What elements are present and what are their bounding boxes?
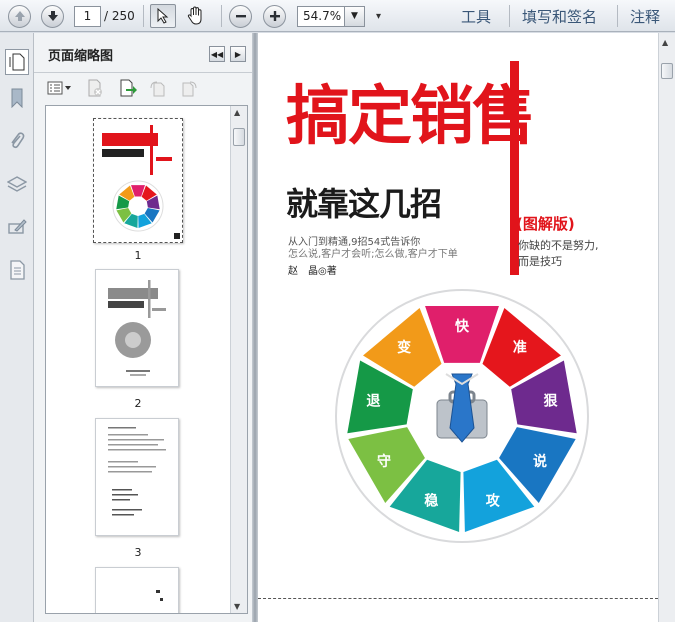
arrow-up-icon xyxy=(8,4,31,28)
overflow-chevron-icon: ▾ xyxy=(376,10,382,22)
thumbnail-page-2[interactable] xyxy=(95,269,179,387)
tagline-line-2: 而是技巧 xyxy=(518,255,562,268)
page-icon xyxy=(10,260,25,280)
zoom-in-button[interactable] xyxy=(263,4,286,28)
attachments-toggle[interactable] xyxy=(6,129,28,153)
pages-icon xyxy=(9,53,25,71)
zoom-level-field[interactable]: 54.7% xyxy=(297,5,345,27)
collapse-panel-button[interactable]: ◀◀ xyxy=(209,46,225,62)
cover-title: 搞定销售 xyxy=(286,80,536,154)
more-tools-button[interactable]: ▾ xyxy=(376,4,381,28)
author-line: 赵 晶◎著 xyxy=(288,266,337,277)
document-scrollbar[interactable]: ▲ xyxy=(658,33,675,622)
extract-pages-button[interactable] xyxy=(117,77,139,99)
page-number-field[interactable]: 1 xyxy=(74,5,101,27)
plus-icon xyxy=(263,4,286,28)
wheel-segment-label: 退 xyxy=(366,393,380,409)
toolbar-divider xyxy=(617,5,618,27)
thumbnail-number: 1 xyxy=(134,249,142,262)
thumbnail-title-page-image xyxy=(108,280,166,376)
page-thumbnails-toggle[interactable] xyxy=(5,49,29,75)
thumbnail-list[interactable]: 1 2 3 ▲ ▼ xyxy=(45,105,248,614)
cover-subtitle: 就靠这几招 xyxy=(286,185,442,223)
rotate-ccw-icon xyxy=(150,81,165,97)
chevron-right-icon: ▶ xyxy=(234,49,242,59)
thumbnail-number: 3 xyxy=(134,546,142,559)
scrollbar-thumb[interactable] xyxy=(661,63,673,79)
next-page-button[interactable] xyxy=(41,4,64,28)
panel-options-button[interactable]: ▶ xyxy=(230,46,246,62)
intro-line-2: 怎么说,客户才会听;怎么做,客户才下单 xyxy=(288,249,458,260)
scroll-down-icon[interactable]: ▼ xyxy=(234,602,240,611)
page-total-label: / 250 xyxy=(104,9,135,23)
scrollbar-thumb[interactable] xyxy=(233,128,245,146)
thumbnail-options-button[interactable] xyxy=(46,77,74,99)
thumbnail-page-1[interactable] xyxy=(93,118,183,243)
wheel-segment-label: 稳 xyxy=(424,493,438,510)
menu-comment[interactable]: 注释 xyxy=(630,0,660,32)
wheel-segment-label: 攻 xyxy=(486,493,501,510)
panel-header: 页面缩略图 ◀◀ ▶ xyxy=(34,33,252,73)
wheel-segment-label: 快 xyxy=(455,318,470,335)
thumbnail-scrollbar[interactable]: ▲ ▼ xyxy=(230,106,247,613)
hand-tool-button[interactable] xyxy=(184,4,208,28)
thumbnail-cover-image xyxy=(94,119,182,242)
cursor-icon xyxy=(150,4,176,28)
select-tool-button[interactable] xyxy=(150,4,176,28)
thumbnail-page-3[interactable] xyxy=(95,418,179,536)
page-content-toggle[interactable] xyxy=(6,258,28,282)
layers-toggle[interactable] xyxy=(6,172,28,196)
list-options-icon xyxy=(47,81,71,95)
tagline-line-1: 你缺的不是努力, xyxy=(518,239,599,252)
previous-page-button[interactable] xyxy=(8,4,31,28)
main-toolbar: 1 / 250 54.7% ▼ ▾ 工具 填写和签名 注释 xyxy=(0,0,675,32)
scroll-up-icon[interactable]: ▲ xyxy=(662,38,668,47)
page-number-input[interactable]: 1 xyxy=(74,4,101,28)
menu-fill-and-sign[interactable]: 填写和签名 xyxy=(522,0,597,32)
wheel-segment-label: 变 xyxy=(397,339,411,356)
scroll-up-icon[interactable]: ▲ xyxy=(234,108,240,117)
sales-wheel-diagram: 快准狠说攻 稳 守 退 变 xyxy=(335,289,589,543)
toolbar-divider xyxy=(509,5,510,27)
layers-icon xyxy=(7,176,27,192)
bookmarks-toggle[interactable] xyxy=(6,86,28,110)
panel-title: 页面缩略图 xyxy=(48,49,114,64)
chevron-down-icon[interactable]: ▼ xyxy=(345,5,365,27)
rotate-right-button[interactable] xyxy=(178,77,200,99)
tagline: 你缺的不是努力, 而是技巧 xyxy=(518,238,599,270)
navigation-icon-strip xyxy=(0,33,34,622)
signature-icon xyxy=(8,219,27,234)
thumbnail-toolbar xyxy=(34,77,252,101)
attachment-icon xyxy=(11,132,25,149)
thumbnail-number: 2 xyxy=(134,397,142,410)
menu-tools[interactable]: 工具 xyxy=(461,0,491,32)
arrow-down-icon xyxy=(41,4,64,28)
double-chevron-left-icon: ◀◀ xyxy=(210,49,224,59)
wheel-segment-label: 守 xyxy=(377,453,391,470)
page-break-line xyxy=(258,598,658,599)
hand-icon xyxy=(187,6,202,25)
rotate-left-button[interactable] xyxy=(147,77,169,99)
minus-icon xyxy=(229,4,252,28)
delete-page-icon xyxy=(88,79,102,97)
insert-page-icon xyxy=(120,79,137,97)
zoom-level-select[interactable]: 54.7% ▼ xyxy=(297,4,365,28)
thumbnail-page-image xyxy=(156,590,163,601)
document-view[interactable]: 搞定销售 就靠这几招 (图解版) 你缺的不是努力, 而是技巧 从入门到精通,9招… xyxy=(258,33,675,622)
toolbar-divider xyxy=(221,5,222,27)
delete-pages-button[interactable] xyxy=(84,77,106,99)
rotate-cw-icon xyxy=(182,81,197,97)
wheel-segment-label: 说 xyxy=(533,453,547,470)
wheel-segment-label: 狠 xyxy=(544,393,559,409)
edition-tag: (图解版) xyxy=(516,215,575,233)
toolbar-divider xyxy=(143,5,144,27)
wheel-segment-label: 准 xyxy=(513,339,527,356)
signatures-toggle[interactable] xyxy=(6,215,28,239)
thumbnail-page-4[interactable] xyxy=(95,567,179,613)
bookmark-icon xyxy=(11,88,23,108)
thumbnail-text-page-image xyxy=(108,427,166,516)
zoom-out-button[interactable] xyxy=(229,4,252,28)
thumbnails-panel: 页面缩略图 ◀◀ ▶ 1 2 3 ▲ ▼ xyxy=(34,33,252,622)
